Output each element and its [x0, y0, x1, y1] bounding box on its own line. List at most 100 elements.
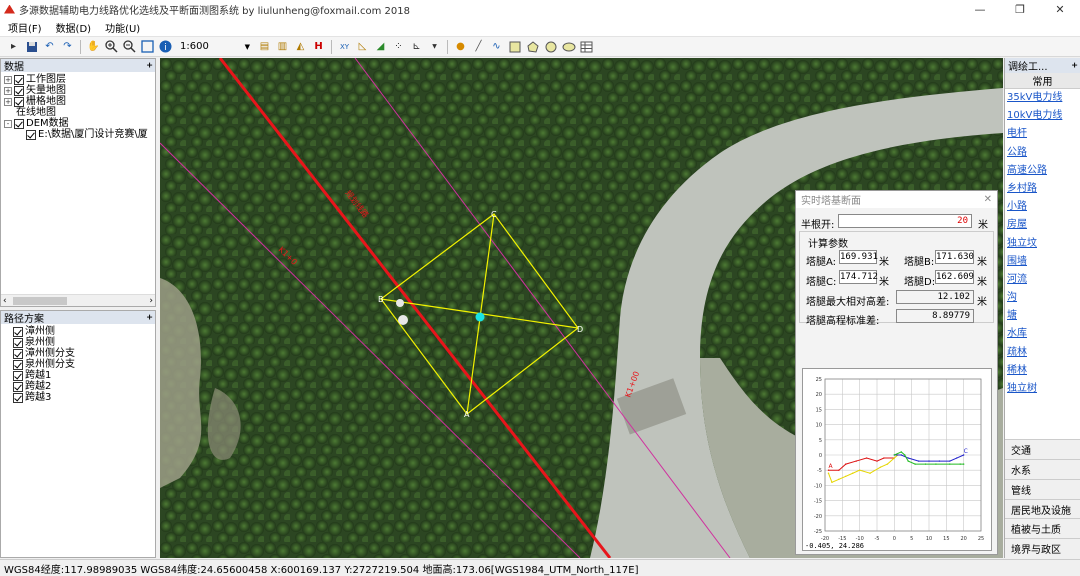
- radius-input[interactable]: 20: [838, 214, 972, 228]
- points-icon[interactable]: ⁘: [391, 39, 406, 54]
- menu-data[interactable]: 数据(D): [56, 20, 92, 35]
- pan-hand-icon[interactable]: ✋: [86, 39, 101, 54]
- route-checkbox[interactable]: [13, 370, 23, 381]
- pointer-icon[interactable]: ▸: [6, 39, 21, 54]
- route-item[interactable]: 漳州侧分支: [13, 348, 152, 359]
- route-item[interactable]: 泉州侧: [13, 337, 152, 348]
- feature-link[interactable]: 沟: [1007, 289, 1080, 307]
- route-item[interactable]: 泉州侧分支: [13, 359, 152, 370]
- route-checkbox[interactable]: [13, 348, 23, 359]
- profile-icon[interactable]: ◢: [373, 39, 388, 54]
- circle-icon[interactable]: [543, 39, 558, 54]
- route-checkbox[interactable]: [13, 381, 23, 392]
- category-tab[interactable]: 植被与土质: [1005, 518, 1080, 539]
- route-item[interactable]: 跨越2: [13, 381, 152, 392]
- polygon-icon[interactable]: [525, 39, 540, 54]
- minimize-button[interactable]: —: [960, 0, 1000, 18]
- menu-project[interactable]: 项目(F): [8, 20, 42, 35]
- layer-checkbox[interactable]: [14, 85, 24, 96]
- save-icon[interactable]: [24, 39, 39, 54]
- restore-button[interactable]: ❐: [1000, 0, 1040, 18]
- category-tab[interactable]: 境界与政区: [1005, 538, 1080, 558]
- x-tick-label: 25: [978, 536, 984, 542]
- area-tool-icon[interactable]: ◭: [293, 39, 308, 54]
- menu-function[interactable]: 功能(U): [105, 20, 140, 35]
- feature-link[interactable]: 10kV电力线: [1007, 107, 1080, 125]
- route-checkbox[interactable]: [13, 359, 23, 370]
- tree-item-work-layer[interactable]: + 工作图层: [4, 74, 152, 85]
- route-item[interactable]: 漳州侧: [13, 326, 152, 337]
- layer-checkbox[interactable]: [14, 74, 24, 85]
- layer-tool-icon[interactable]: ▤: [257, 39, 272, 54]
- category-tab[interactable]: 交通: [1005, 439, 1080, 460]
- chevron-down-icon[interactable]: ▼: [427, 39, 442, 54]
- scroll-thumb[interactable]: [13, 297, 67, 305]
- category-tab[interactable]: 居民地及设施: [1005, 498, 1080, 519]
- scroll-left-icon[interactable]: ‹: [3, 296, 7, 306]
- ellipse-icon[interactable]: [561, 39, 576, 54]
- feature-link[interactable]: 围墙: [1007, 253, 1080, 271]
- feature-link[interactable]: 房屋: [1007, 216, 1080, 234]
- tower-center[interactable]: [475, 312, 485, 322]
- route-item[interactable]: 跨越1: [13, 370, 152, 381]
- pin-icon[interactable]: ᚐ: [147, 60, 152, 71]
- layer-checkbox[interactable]: [14, 96, 24, 107]
- rect-icon[interactable]: [507, 39, 522, 54]
- feature-link[interactable]: 水库: [1007, 325, 1080, 343]
- undo-icon[interactable]: ↶: [42, 39, 57, 54]
- curve-icon[interactable]: ∿: [489, 39, 504, 54]
- feature-link[interactable]: 疏林: [1007, 344, 1080, 362]
- feature-link[interactable]: 河流: [1007, 271, 1080, 289]
- feature-link[interactable]: 独立树: [1007, 380, 1080, 398]
- redo-icon[interactable]: ↷: [60, 39, 75, 54]
- close-icon[interactable]: ✕: [984, 194, 992, 205]
- feature-link[interactable]: 电杆: [1007, 125, 1080, 143]
- full-extent-icon[interactable]: [140, 39, 155, 54]
- category-tab[interactable]: 水系: [1005, 459, 1080, 479]
- layer-checkbox[interactable]: [14, 118, 24, 129]
- tree-item-dem[interactable]: - DEM数据: [4, 118, 152, 129]
- route-checkbox[interactable]: [13, 392, 23, 403]
- feature-link[interactable]: 公路: [1007, 144, 1080, 162]
- feature-link[interactable]: 高速公路: [1007, 162, 1080, 180]
- tree-item-online-map[interactable]: 在线地图: [4, 107, 152, 118]
- line-draw-icon[interactable]: ╱: [471, 39, 486, 54]
- expand-icon[interactable]: +: [4, 75, 12, 84]
- layer-checkbox[interactable]: [26, 129, 36, 140]
- feature-link[interactable]: 小路: [1007, 198, 1080, 216]
- chart-icon[interactable]: ⊾: [409, 39, 424, 54]
- tree-item-raster-map[interactable]: + 栅格地图: [4, 96, 152, 107]
- collapse-icon[interactable]: -: [4, 119, 12, 128]
- route-checkbox[interactable]: [13, 326, 23, 337]
- profile-point: [869, 472, 871, 474]
- table-icon[interactable]: [579, 39, 594, 54]
- feature-link[interactable]: 35kV电力线: [1007, 89, 1080, 107]
- expand-icon[interactable]: +: [4, 86, 12, 95]
- horizontal-scrollbar[interactable]: ‹ ›: [1, 294, 155, 306]
- tab-common[interactable]: 常用: [1005, 73, 1080, 89]
- feature-link[interactable]: 稀林: [1007, 362, 1080, 380]
- feature-link[interactable]: 塘: [1007, 307, 1080, 325]
- tree-item-vector-map[interactable]: + 矢量地图: [4, 85, 152, 96]
- route-checkbox[interactable]: [13, 337, 23, 348]
- route-item[interactable]: 跨越3: [13, 392, 152, 403]
- feature-link[interactable]: 乡村路: [1007, 180, 1080, 198]
- cursor-readout: -0.405, 24.286: [805, 542, 864, 550]
- point-draw-icon[interactable]: ●: [453, 39, 468, 54]
- close-button[interactable]: ✕: [1040, 0, 1080, 18]
- pin-icon[interactable]: ᚐ: [1072, 60, 1077, 71]
- zoom-in-icon[interactable]: [104, 39, 119, 54]
- feature-link[interactable]: 独立坟: [1007, 235, 1080, 253]
- info-icon[interactable]: i: [158, 39, 173, 54]
- measure-icon[interactable]: ◺: [355, 39, 370, 54]
- tree-item-dem-file[interactable]: E:\数据\厦门设计竞赛\厦: [4, 129, 152, 140]
- xy-icon[interactable]: XY: [337, 39, 352, 54]
- expand-icon[interactable]: +: [4, 97, 12, 106]
- category-tab[interactable]: 管线: [1005, 478, 1080, 499]
- scroll-right-icon[interactable]: ›: [149, 296, 153, 306]
- pin-icon[interactable]: ᚐ: [147, 312, 152, 323]
- ruler-tool-icon[interactable]: ▥: [275, 39, 290, 54]
- height-tool-icon[interactable]: H: [311, 39, 326, 54]
- scale-select[interactable]: 1:600 ▼: [180, 39, 250, 54]
- zoom-out-icon[interactable]: [122, 39, 137, 54]
